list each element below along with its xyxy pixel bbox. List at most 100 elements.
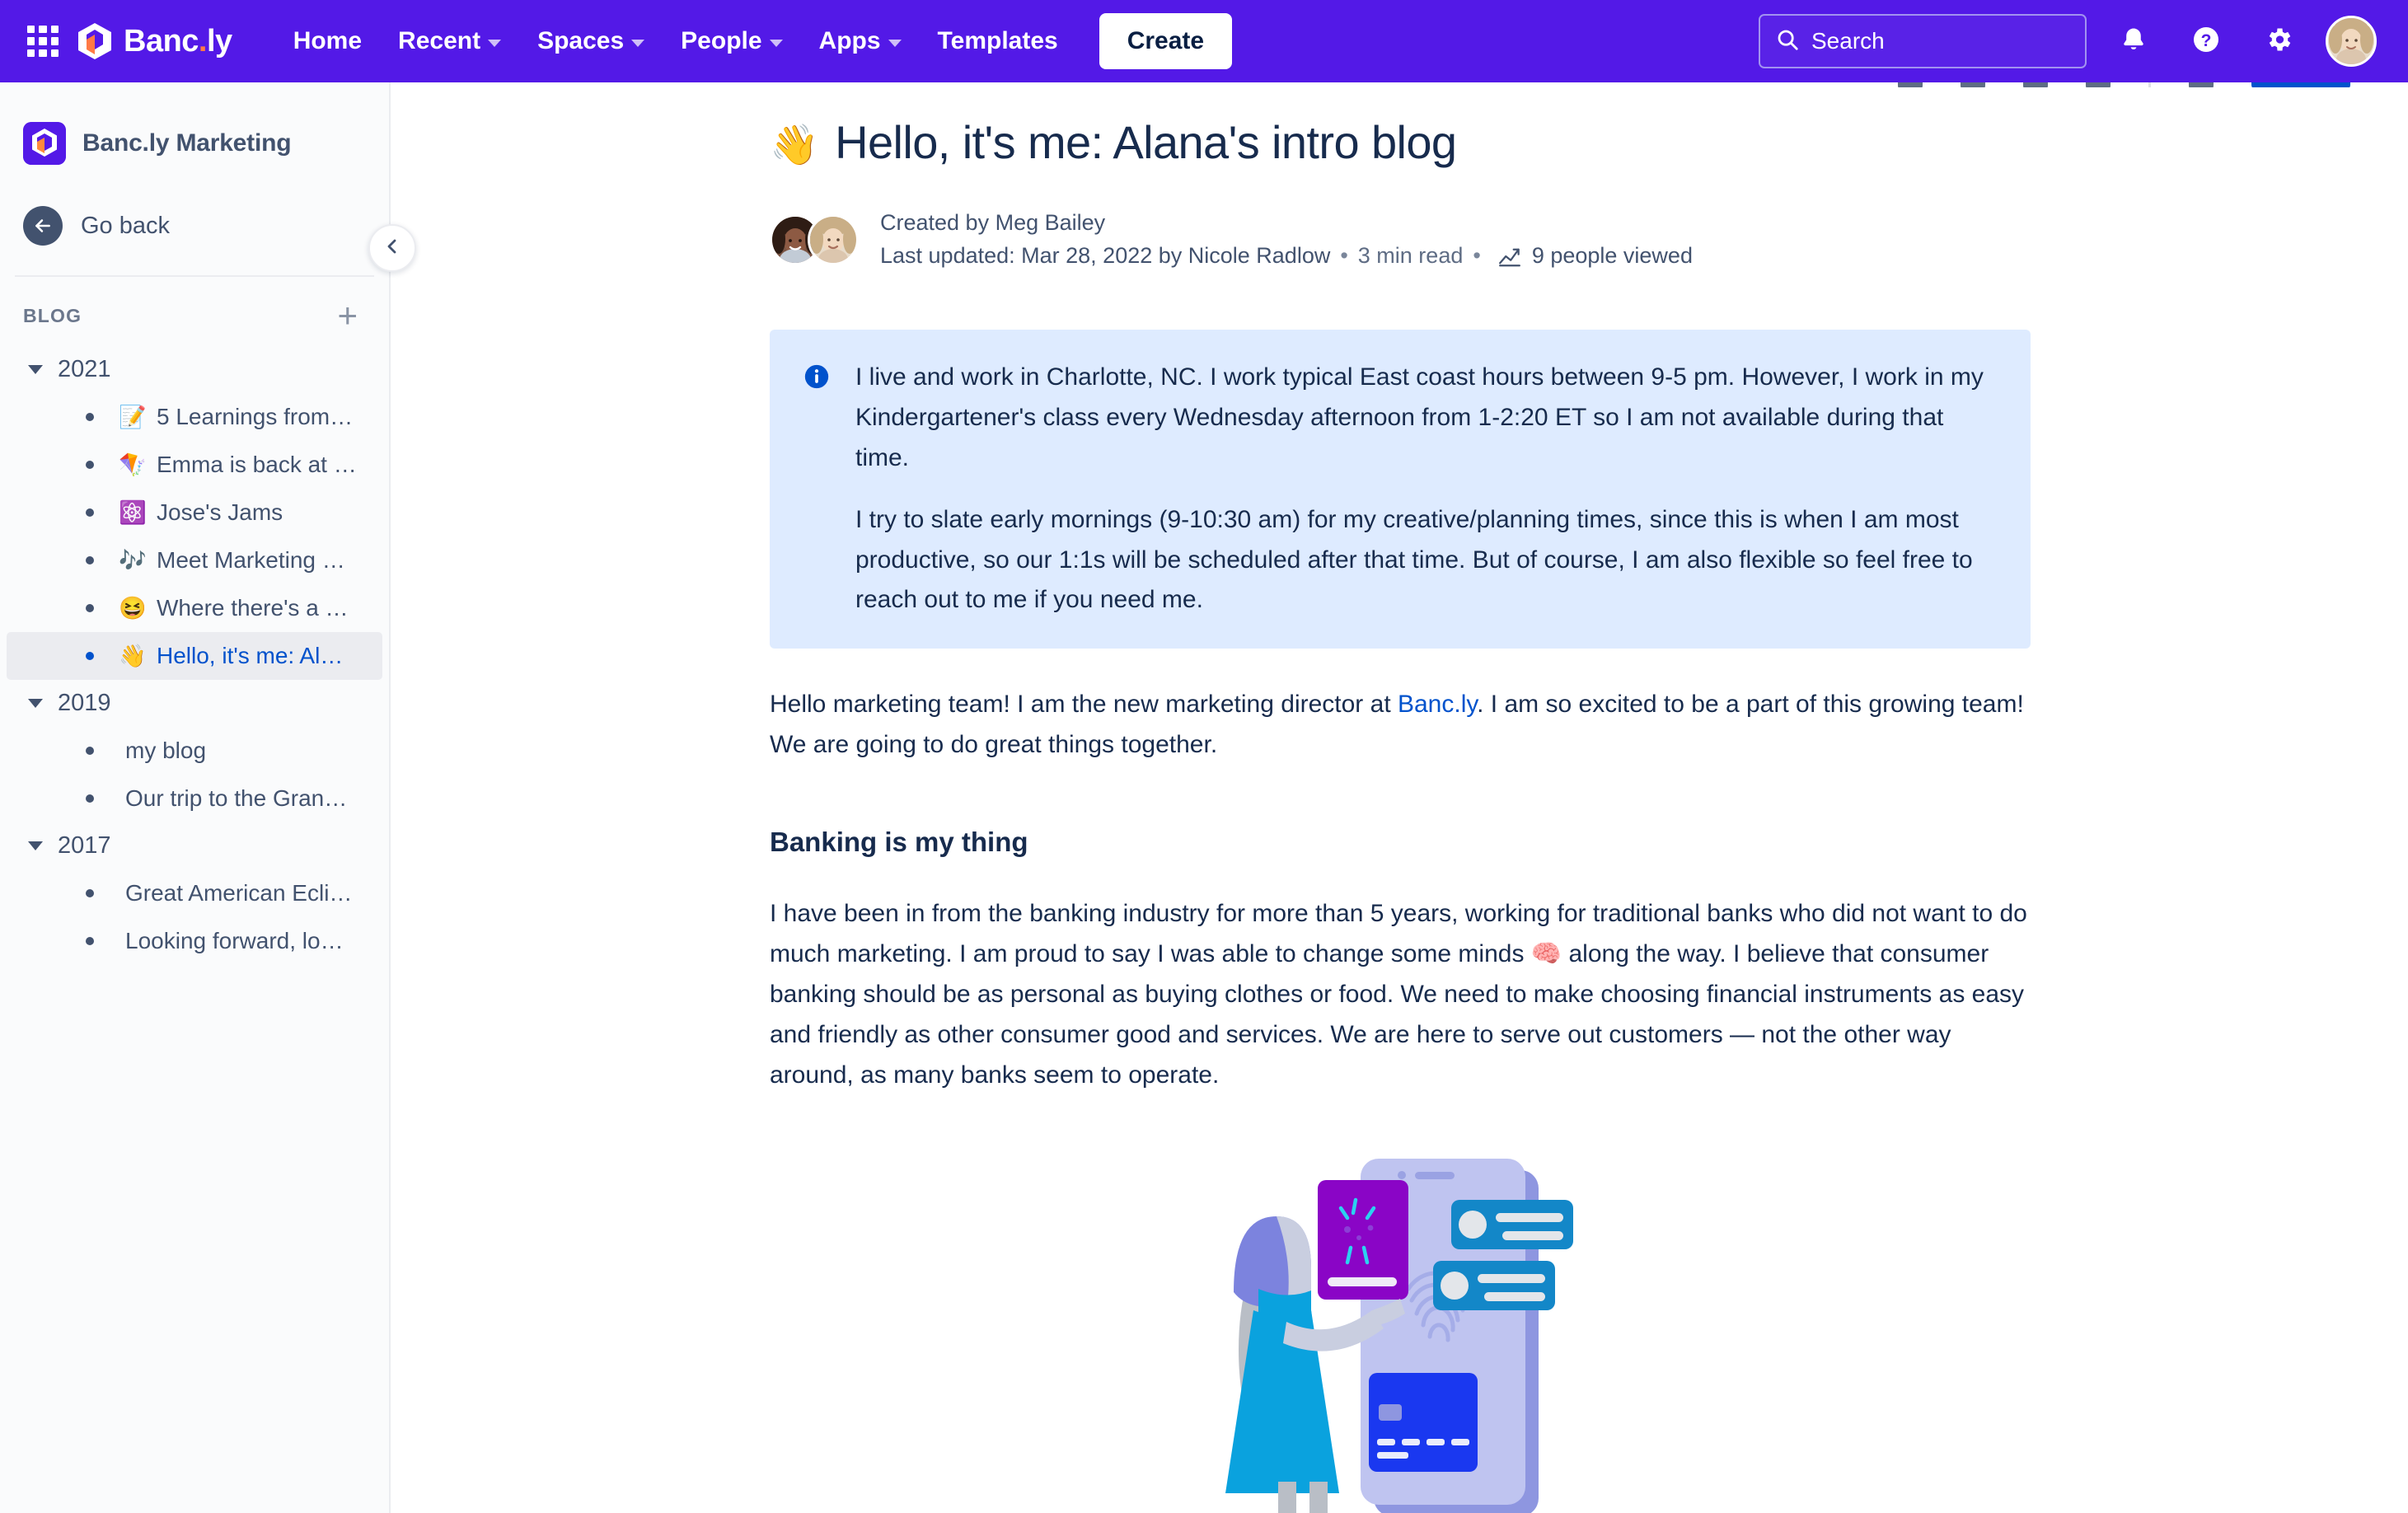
bancly-logo-icon <box>76 21 114 61</box>
gear-icon <box>2264 25 2293 59</box>
musical-notes-icon: 🎶 <box>119 548 147 573</box>
collapse-sidebar-button[interactable] <box>368 224 416 272</box>
bullet-icon <box>86 604 94 612</box>
tree-item-meet-marketing[interactable]: 🎶 Meet Marketing … <box>7 536 382 584</box>
nav-label: Apps <box>818 27 881 54</box>
created-by: Created by Meg Bailey <box>880 210 1106 235</box>
page-title-text: Hello, it's me: Alana's intro blog <box>835 116 1457 168</box>
space-logo-icon <box>23 122 66 165</box>
tree-year-2019[interactable]: 2019 <box>0 680 389 727</box>
profile-avatar[interactable] <box>2326 16 2377 67</box>
question-circle-icon: ? <box>2191 25 2221 59</box>
intro-text-before: Hello marketing team! I am the new marke… <box>770 691 1398 719</box>
bullet-icon <box>86 652 94 660</box>
nav-item-people[interactable]: People <box>663 16 800 67</box>
intro-paragraph: Hello marketing team! I am the new marke… <box>770 685 2031 766</box>
settings-button[interactable] <box>2253 16 2304 67</box>
space-header[interactable]: Banc.ly Marketing <box>0 82 389 165</box>
nav-item-recent[interactable]: Recent <box>380 16 519 67</box>
illustration-container <box>770 1127 2031 1513</box>
page-title: 👋 Hello, it's me: Alana's intro blog <box>770 115 2031 169</box>
document-content: 👋 Hello, it's me: Alana's intro blog Cre… <box>391 82 2408 1513</box>
tree-item-joses-jams[interactable]: ⚛️ Jose's Jams <box>7 489 382 536</box>
tree-item-5-learnings[interactable]: 📝 5 Learnings from… <box>7 393 382 441</box>
brand-name: Banc.ly <box>124 23 232 59</box>
chevron-down-icon[interactable] <box>28 841 43 850</box>
waving-hand-icon: 👋 <box>119 644 147 668</box>
page-body: Banc.ly Marketing Go back BLOG + 2021 📝 … <box>0 66 2408 1513</box>
analytics-icon[interactable] <box>1497 246 1522 267</box>
woman-with-phone-banking-illustration <box>1186 1127 1614 1513</box>
nav-label: Recent <box>398 27 481 54</box>
section-heading-banking: Banking is my thing <box>770 827 1028 858</box>
bell-icon <box>2120 26 2148 58</box>
info-paragraph-2: I try to slate early mornings (9-10:30 a… <box>855 505 1973 614</box>
search-icon <box>1775 27 1800 56</box>
chevron-down-icon <box>631 39 645 47</box>
tree-item-label: Jose's Jams <box>157 499 283 525</box>
tree-year-2021[interactable]: 2021 <box>0 346 389 393</box>
tree-item-label: 5 Learnings from… <box>157 404 354 429</box>
create-button[interactable]: Create <box>1099 13 1233 69</box>
chevron-down-icon <box>769 39 783 47</box>
nav-item-templates[interactable]: Templates <box>920 16 1076 67</box>
sidebar-section-header: BLOG + <box>0 277 389 333</box>
tree-item-label: Meet Marketing … <box>157 547 345 573</box>
nav-item-home[interactable]: Home <box>275 16 380 67</box>
tree-item-label: Hello, it's me: Al… <box>157 643 344 668</box>
tree-item-looking-forward[interactable]: Looking forward, lo… <box>7 917 382 965</box>
tree-item-our-trip-grand[interactable]: Our trip to the Gran… <box>7 775 382 822</box>
notifications-button[interactable] <box>2108 16 2159 67</box>
banking-paragraph: I have been in from the banking industry… <box>770 894 2031 1095</box>
nav-item-apps[interactable]: Apps <box>801 16 920 67</box>
tree-item-where-theres-a[interactable]: 😆 Where there's a … <box>7 584 382 632</box>
tree-item-label: Emma is back at … <box>157 452 357 477</box>
views-count: 9 people viewed <box>1531 243 1693 268</box>
tree-item-hello-its-me[interactable]: 👋 Hello, it's me: Al… <box>7 632 382 680</box>
nav-label: Spaces <box>537 27 625 54</box>
bullet-icon <box>86 889 94 897</box>
brain-icon: 🧠 <box>1530 940 1562 968</box>
tree-item-my-blog[interactable]: my blog <box>7 727 382 775</box>
bullet-icon <box>86 461 94 469</box>
tree-year-2017[interactable]: 2017 <box>0 822 389 869</box>
contributor-avatars[interactable] <box>770 213 859 265</box>
nav-label: Home <box>293 27 363 54</box>
waving-hand-icon: 👋 <box>770 124 819 167</box>
tree-item-label: Our trip to the Gran… <box>125 785 348 811</box>
space-title: Banc.ly Marketing <box>82 129 292 157</box>
app-switcher-icon[interactable] <box>25 23 61 59</box>
primary-nav-items: Home Recent Spaces People Apps Templates… <box>275 13 1233 69</box>
separator-dot: • <box>1473 243 1481 268</box>
info-icon <box>803 363 831 621</box>
tree-year-label: 2021 <box>58 356 111 382</box>
nav-item-spaces[interactable]: Spaces <box>519 16 663 67</box>
info-panel-body: I live and work in Charlotte, NC. I work… <box>855 358 1993 621</box>
chevron-down-icon[interactable] <box>28 365 43 374</box>
tree-item-great-american-eclipse[interactable]: Great American Ecli… <box>7 869 382 917</box>
top-navigation-bar: Banc.ly Home Recent Spaces People Apps T… <box>0 0 2408 82</box>
separator-dot: • <box>1340 243 1348 268</box>
search-input[interactable]: Search <box>1759 14 2087 68</box>
atom-icon: ⚛️ <box>119 500 147 525</box>
svg-text:?: ? <box>2201 30 2212 49</box>
bullet-icon <box>86 794 94 803</box>
chevron-down-icon[interactable] <box>28 699 43 708</box>
bullet-icon <box>86 747 94 755</box>
tree-item-label: my blog <box>125 738 207 763</box>
tree-item-emma-is-back[interactable]: 🪁 Emma is back at … <box>7 441 382 489</box>
document-body: 👋 Hello, it's me: Alana's intro blog Cre… <box>770 82 2031 1513</box>
bancly-link[interactable]: Banc.ly <box>1398 691 1477 718</box>
avatar <box>808 213 859 265</box>
go-back-label: Go back <box>81 212 170 239</box>
tree-item-label: Where there's a … <box>157 595 349 621</box>
brand-logo[interactable]: Banc.ly <box>76 21 232 61</box>
go-back-button[interactable]: Go back <box>0 206 389 246</box>
bullet-icon <box>86 556 94 564</box>
byline: Created by Meg Bailey Last updated: Mar … <box>770 210 2031 269</box>
byline-meta: Last updated: Mar 28, 2022 by Nicole Rad… <box>880 243 1693 269</box>
kite-icon: 🪁 <box>119 452 147 477</box>
bullet-icon <box>86 937 94 945</box>
help-button[interactable]: ? <box>2181 16 2232 67</box>
add-page-icon[interactable]: + <box>337 298 358 333</box>
